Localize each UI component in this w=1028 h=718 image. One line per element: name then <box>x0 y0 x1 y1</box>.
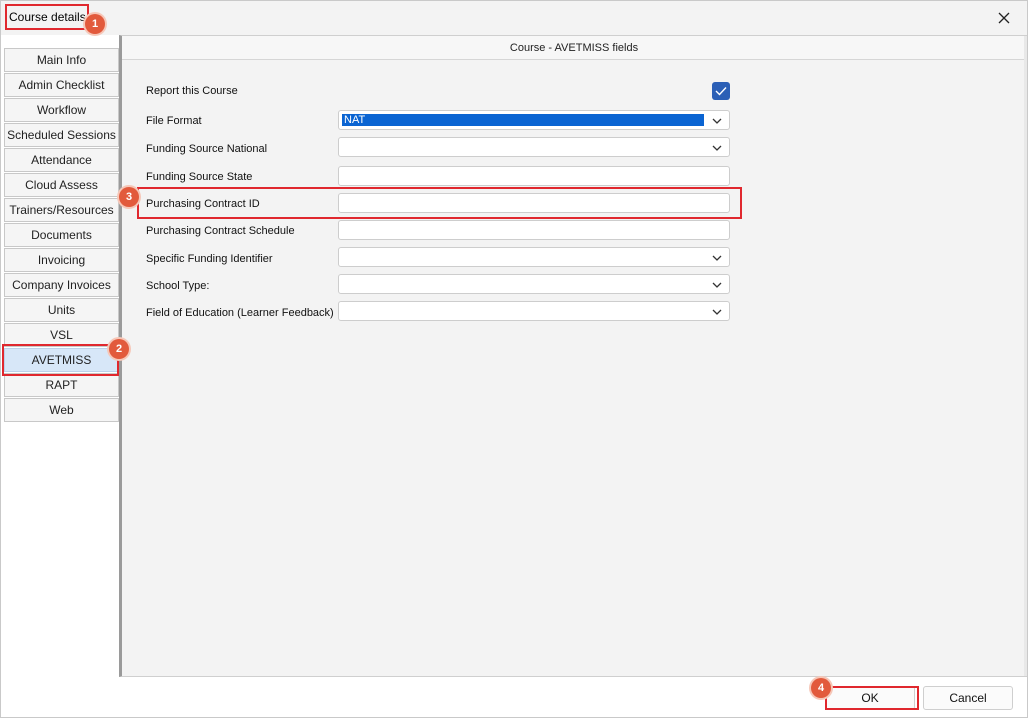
tab-trainers-resources[interactable]: Trainers/Resources <box>4 198 119 222</box>
purchasing-contract-schedule-input[interactable] <box>338 220 730 240</box>
close-button[interactable] <box>991 7 1017 29</box>
course-details-window: Course details Main Info Admin Checklist… <box>0 0 1028 718</box>
checkmark-icon <box>715 87 727 96</box>
specific-funding-label: Specific Funding Identifier <box>146 253 273 265</box>
field-of-education-select[interactable] <box>338 301 730 321</box>
tab-company-invoices[interactable]: Company Invoices <box>4 273 119 297</box>
field-of-education-value <box>342 305 704 317</box>
tab-documents[interactable]: Documents <box>4 223 119 247</box>
report-course-label: Report this Course <box>146 85 238 97</box>
field-of-education-label: Field of Education (Learner Feedback) <box>146 307 334 319</box>
purchasing-contract-id-field[interactable] <box>339 195 729 213</box>
specific-funding-value <box>342 251 704 263</box>
panel-header: Course - AVETMISS fields <box>122 36 1026 60</box>
chevron-down-icon <box>712 282 722 288</box>
cancel-button[interactable]: Cancel <box>923 686 1013 710</box>
tab-main-info[interactable]: Main Info <box>4 48 119 72</box>
tab-units[interactable]: Units <box>4 298 119 322</box>
funding-state-input[interactable] <box>338 166 730 186</box>
school-type-label: School Type: <box>146 280 210 292</box>
school-type-select[interactable] <box>338 274 730 294</box>
title-bar: Course details <box>1 1 1027 35</box>
funding-state-field[interactable] <box>339 168 729 186</box>
tab-web[interactable]: Web <box>4 398 119 422</box>
school-type-value <box>342 278 704 290</box>
dialog-button-bar: OK Cancel <box>1 677 1027 717</box>
chevron-down-icon <box>712 255 722 261</box>
tab-avetmiss[interactable]: AVETMISS <box>4 348 119 372</box>
ok-button[interactable]: OK <box>825 686 915 710</box>
tab-admin-checklist[interactable]: Admin Checklist <box>4 73 119 97</box>
purchasing-contract-id-label: Purchasing Contract ID <box>146 198 260 210</box>
tab-vsl[interactable]: VSL <box>4 323 119 347</box>
file-format-value: NAT <box>342 114 704 126</box>
tab-attendance[interactable]: Attendance <box>4 148 119 172</box>
file-format-label: File Format <box>146 115 202 127</box>
tab-workflow[interactable]: Workflow <box>4 98 119 122</box>
tab-scheduled-sessions[interactable]: Scheduled Sessions <box>4 123 119 147</box>
avetmiss-panel: Course - AVETMISS fields Report this Cou… <box>119 35 1027 677</box>
tab-list: Main Info Admin Checklist Workflow Sched… <box>4 48 119 423</box>
funding-national-select[interactable] <box>338 137 730 157</box>
report-course-checkbox[interactable] <box>712 82 730 100</box>
tab-rapt[interactable]: RAPT <box>4 373 119 397</box>
chevron-down-icon <box>712 309 722 315</box>
specific-funding-select[interactable] <box>338 247 730 267</box>
purchasing-contract-id-input[interactable] <box>338 193 730 213</box>
funding-state-label: Funding Source State <box>146 171 253 183</box>
purchasing-contract-schedule-field[interactable] <box>339 222 729 240</box>
close-icon <box>998 12 1010 24</box>
tab-cloud-assess[interactable]: Cloud Assess <box>4 173 119 197</box>
chevron-down-icon <box>712 118 722 124</box>
window-title: Course details <box>9 10 86 24</box>
chevron-down-icon <box>712 145 722 151</box>
file-format-select[interactable]: NAT <box>338 110 730 130</box>
panel-edge <box>1024 36 1027 676</box>
funding-national-label: Funding Source National <box>146 143 268 155</box>
tab-invoicing[interactable]: Invoicing <box>4 248 119 272</box>
funding-national-value <box>342 141 704 153</box>
purchasing-contract-schedule-label: Purchasing Contract Schedule <box>146 225 295 237</box>
